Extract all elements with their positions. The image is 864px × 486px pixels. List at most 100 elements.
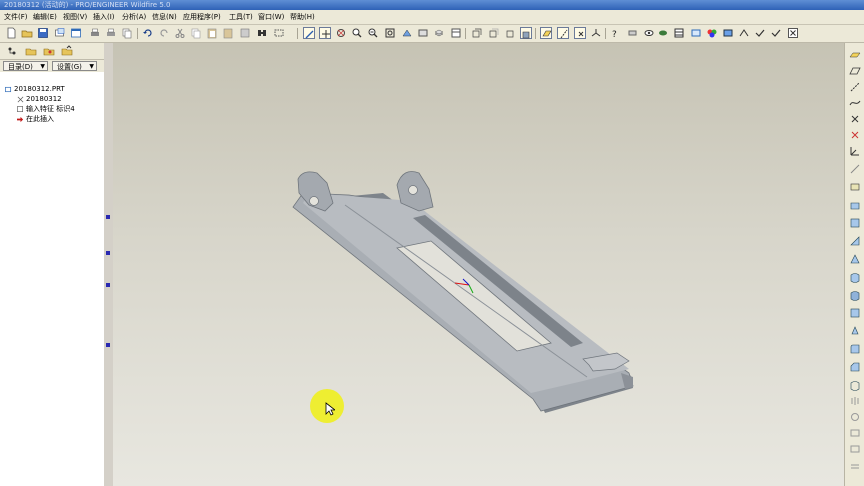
sweep-icon[interactable] [849,235,861,247]
model-tree-tab-icon[interactable] [6,45,18,57]
no-hidden-icon[interactable] [505,27,517,39]
draft-icon[interactable] [849,325,861,337]
menu-window[interactable]: 窗口(W) [258,12,284,22]
saved-views-icon[interactable] [417,27,429,39]
rib-icon[interactable] [849,307,861,319]
new-file-icon[interactable] [5,27,17,39]
scene-icon[interactable] [722,27,734,39]
menu-edit[interactable]: 编辑(E) [33,12,57,22]
blend-icon[interactable] [849,253,861,265]
layers-icon[interactable] [433,27,445,39]
send-email-icon[interactable] [54,27,66,39]
chamfer-icon[interactable] [849,361,861,373]
menu-tools[interactable]: 工具(T) [229,12,253,22]
view-manager-icon[interactable] [450,27,462,39]
print-preview-icon[interactable] [105,27,117,39]
datum-planes-icon[interactable] [540,27,552,39]
show-hide-icon[interactable] [657,27,669,39]
paste-icon[interactable] [206,27,218,39]
connections-tab-icon[interactable] [61,45,73,57]
coordinate-system-icon[interactable] [849,145,861,157]
settings-dropdown-label: 设置(G) [57,63,82,71]
tree-item-import-feature[interactable]: 输入特征 标识4 [17,105,75,114]
copy-doc-icon[interactable] [190,27,202,39]
settings-dropdown[interactable]: 设置(G) ▼ [52,61,97,71]
shell-icon[interactable] [849,289,861,301]
merge-icon[interactable] [849,411,861,423]
toolbar-separator [297,28,298,39]
spin-center-icon[interactable] [335,27,347,39]
close-icon[interactable] [787,27,799,39]
shading-icon[interactable] [520,27,532,39]
print-icon[interactable] [89,27,101,39]
find-icon[interactable] [256,27,268,39]
csys-icon [17,96,24,103]
menu-info[interactable]: 信息(N) [152,12,177,22]
graphics-viewport[interactable] [113,43,844,486]
save-icon[interactable] [37,27,49,39]
show-dropdown[interactable]: 目录(D) ▼ [3,61,48,71]
datum-curve-icon[interactable] [849,97,861,109]
paste-special-icon[interactable] [222,27,234,39]
extrude-icon[interactable] [849,199,861,211]
offset-icon[interactable] [849,459,861,471]
component-icon[interactable] [690,27,702,39]
folder-browser-tab-icon[interactable] [25,45,37,57]
datum-points-icon[interactable] [574,27,586,39]
redo-icon[interactable] [158,27,170,39]
refit-icon[interactable] [384,27,396,39]
tree-item-insert-here[interactable]: 在此插入 [17,115,54,124]
model-tree-icon[interactable] [673,27,685,39]
menu-analysis[interactable]: 分析(A) [122,12,146,22]
revolve-icon[interactable] [849,217,861,229]
datum-axis-icon[interactable] [849,81,861,93]
analysis-feature-icon[interactable] [849,163,861,175]
regenerate-icon[interactable] [239,27,251,39]
datum-plane-icon[interactable] [849,65,861,77]
part-rail-edge [344,204,588,378]
orient-mode-icon[interactable] [319,27,331,39]
sketcher-icon[interactable] [738,27,750,39]
sketch-icon[interactable] [849,181,861,193]
window-icon[interactable] [70,27,82,39]
check-icon[interactable] [754,27,766,39]
context-help-icon[interactable]: ? [610,27,622,39]
menu-view[interactable]: 视图(V) [63,12,87,22]
menu-help[interactable]: 帮助(H) [290,12,315,22]
open-folder-icon[interactable] [21,27,33,39]
repaint-icon[interactable] [303,27,315,39]
datum-point-offset-icon[interactable] [849,129,861,141]
menu-insert[interactable]: 插入(I) [93,12,115,22]
selection-box-icon[interactable] [273,27,285,39]
mirror-icon[interactable] [849,395,861,407]
favorites-tab-icon[interactable] [43,45,55,57]
toolbar-separator [605,28,606,39]
visibility-icon[interactable] [643,27,655,39]
extend-icon[interactable] [849,443,861,455]
hidden-line-icon[interactable] [488,27,500,39]
cut-icon[interactable] [174,27,186,39]
datum-point-icon[interactable] [849,113,861,125]
datum-axes-icon[interactable] [557,27,569,39]
zoom-in-icon[interactable] [351,27,363,39]
menu-file[interactable]: 文件(F) [4,12,28,22]
tree-item-csys[interactable]: 20180312 [17,95,62,104]
pattern-icon[interactable] [849,379,861,391]
window-title-bar: 20180312 (活动的) - PRO/ENGINEER Wildfire 5… [0,0,864,10]
datum-display-icon[interactable] [627,27,639,39]
ok-icon[interactable] [770,27,782,39]
trim-icon[interactable] [849,427,861,439]
zoom-out-icon[interactable] [367,27,379,39]
menu-applications[interactable]: 应用程序(P) [183,12,221,22]
round-icon[interactable] [849,343,861,355]
copy-icon[interactable] [121,27,133,39]
csys-icon[interactable] [590,27,602,39]
hole-icon[interactable] [849,271,861,283]
reorient-icon[interactable] [401,27,413,39]
sketch-plane-icon[interactable] [849,49,861,61]
appearance-icon[interactable] [706,27,718,39]
undo-icon[interactable] [142,27,154,39]
tree-root[interactable]: 20180312.PRT [5,85,65,94]
wireframe-icon[interactable] [471,27,483,39]
panel-splitter[interactable] [104,43,113,486]
